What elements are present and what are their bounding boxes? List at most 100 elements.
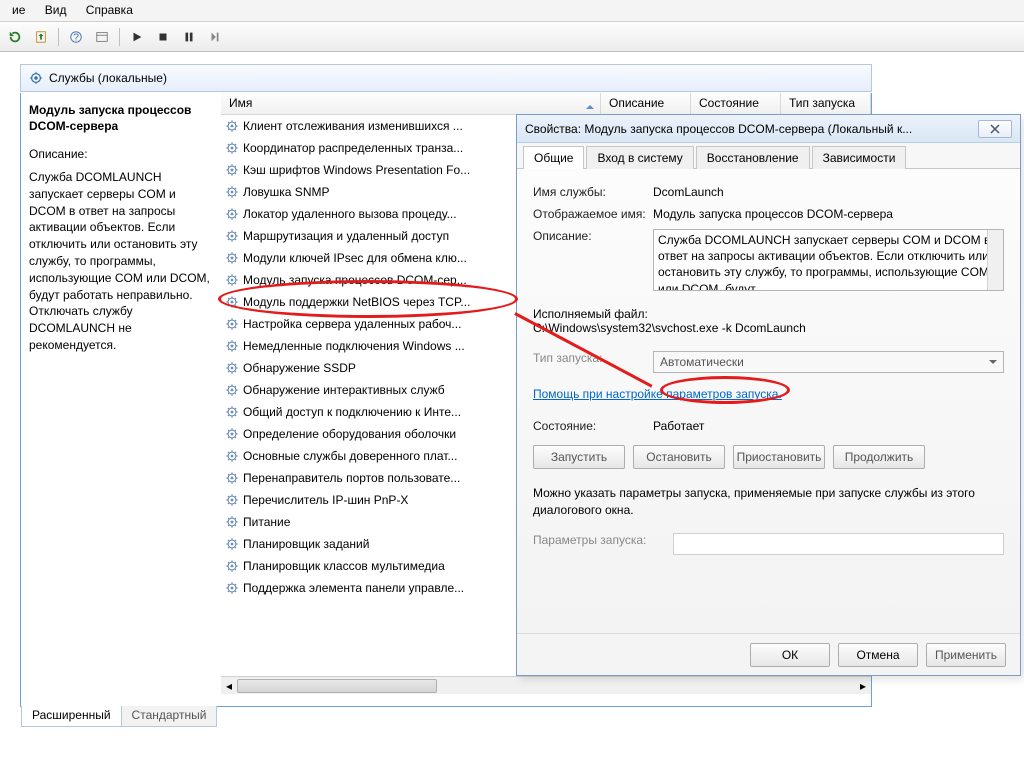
dialog-tabs: Общие Вход в систему Восстановление Зави… [517, 143, 1020, 169]
apply-button[interactable]: Применить [926, 643, 1006, 667]
service-name: Модуль поддержки NetBIOS через TCP... [243, 295, 470, 309]
menu-item[interactable]: Справка [78, 0, 141, 20]
description-textbox-text: Служба DCOMLAUNCH запускает серверы COM … [658, 233, 990, 291]
dialog-title: Свойства: Модуль запуска процессов DCOM-… [525, 122, 912, 136]
gear-icon [225, 515, 239, 529]
startup-type-label: Тип запуска: [533, 351, 653, 373]
dialog-body: Имя службы: DcomLaunch Отображаемое имя:… [517, 169, 1020, 633]
gear-icon [225, 229, 239, 243]
gear-icon [225, 493, 239, 507]
play-icon[interactable] [126, 26, 148, 48]
resume-button[interactable]: Продолжить [833, 445, 925, 469]
properties-dialog: Свойства: Модуль запуска процессов DCOM-… [516, 114, 1021, 676]
svg-text:?: ? [73, 31, 79, 43]
stop-icon[interactable] [152, 26, 174, 48]
menu-item[interactable]: Вид [37, 0, 75, 20]
refresh-icon[interactable] [4, 26, 26, 48]
export-icon[interactable] [30, 26, 52, 48]
gear-icon [225, 317, 239, 331]
scroll-right-icon[interactable]: ▸ [855, 678, 871, 694]
service-name: Планировщик классов мультимедиа [243, 559, 445, 573]
gear-icon [225, 449, 239, 463]
gear-icon [225, 207, 239, 221]
horizontal-scrollbar[interactable]: ◂ ▸ [221, 676, 871, 694]
service-name: Обнаружение интерактивных служб [243, 383, 445, 397]
service-name: Основные службы доверенного плат... [243, 449, 457, 463]
service-name: Модули ключей IPsec для обмена клю... [243, 251, 467, 265]
description-panel: Модуль запуска процессов DCOM-сервера Оп… [21, 93, 221, 676]
service-name: Координатор распределенных транза... [243, 141, 463, 155]
startup-help-link[interactable]: Помощь при настройке параметров запуска. [533, 387, 782, 401]
menu-item[interactable]: ие [4, 0, 33, 20]
display-name-value: Модуль запуска процессов DCOM-сервера [653, 207, 1004, 221]
pause-button[interactable]: Приостановить [733, 445, 825, 469]
start-params-input[interactable] [673, 533, 1004, 555]
service-name: Перечислитель IP-шин PnP-X [243, 493, 408, 507]
description-field-label: Описание: [533, 229, 653, 291]
start-button[interactable]: Запустить [533, 445, 625, 469]
gear-icon [225, 405, 239, 419]
list-header: Имя Описание Состояние Тип запуска [221, 93, 871, 115]
service-name: Обнаружение SSDP [243, 361, 356, 375]
ok-button[interactable]: ОК [750, 643, 830, 667]
column-startup[interactable]: Тип запуска [781, 93, 871, 114]
tab-general[interactable]: Общие [523, 146, 584, 169]
restart-icon[interactable] [204, 26, 226, 48]
startup-type-select[interactable]: Автоматически [653, 351, 1004, 373]
service-name: Общий доступ к подключению к Инте... [243, 405, 461, 419]
menu-bar: ие Вид Справка [0, 0, 1024, 22]
status-value: Работает [653, 419, 1004, 433]
gear-icon [225, 119, 239, 133]
service-name-label: Имя службы: [533, 185, 653, 199]
service-name: Немедленные подключения Windows ... [243, 339, 465, 353]
tab-extended[interactable]: Расширенный [21, 706, 122, 727]
gear-icon [225, 559, 239, 573]
start-params-hint: Можно указать параметры запуска, применя… [533, 485, 1004, 519]
gear-icon [225, 273, 239, 287]
service-name: Локатор удаленного вызова процеду... [243, 207, 457, 221]
dialog-titlebar[interactable]: Свойства: Модуль запуска процессов DCOM-… [517, 115, 1020, 143]
gear-icon [225, 251, 239, 265]
tab-logon[interactable]: Вход в систему [586, 146, 693, 169]
pause-icon[interactable] [178, 26, 200, 48]
service-name: Определение оборудования оболочки [243, 427, 456, 441]
service-name: Перенаправитель портов пользовате... [243, 471, 460, 485]
service-name: Кэш шрифтов Windows Presentation Fo... [243, 163, 470, 177]
gear-icon [225, 383, 239, 397]
service-name: Настройка сервера удаленных рабоч... [243, 317, 461, 331]
gear-icon [225, 295, 239, 309]
service-name: Планировщик заданий [243, 537, 369, 551]
properties-icon[interactable] [91, 26, 113, 48]
column-description[interactable]: Описание [601, 93, 691, 114]
help-icon[interactable]: ? [65, 26, 87, 48]
gear-icon [225, 537, 239, 551]
panel-title: Службы (локальные) [49, 71, 167, 85]
services-icon [29, 71, 43, 85]
selected-service-title: Модуль запуска процессов DCOM-сервера [29, 103, 213, 134]
gear-icon [225, 141, 239, 155]
tab-standard[interactable]: Стандартный [121, 706, 218, 727]
separator [119, 28, 120, 46]
tab-recovery[interactable]: Восстановление [696, 146, 810, 169]
column-name[interactable]: Имя [221, 93, 601, 114]
tab-dependencies[interactable]: Зависимости [812, 146, 907, 169]
cancel-button[interactable]: Отмена [838, 643, 918, 667]
gear-icon [225, 339, 239, 353]
description-textbox[interactable]: Служба DCOMLAUNCH запускает серверы COM … [653, 229, 1004, 291]
gear-icon [225, 581, 239, 595]
executable-path-label: Исполняемый файл: [533, 307, 1004, 321]
scroll-left-icon[interactable]: ◂ [221, 678, 237, 694]
service-name: Клиент отслеживания изменившихся ... [243, 119, 463, 133]
toolbar: ? [0, 22, 1024, 52]
close-icon[interactable] [978, 120, 1012, 138]
description-label: Описание: [29, 146, 213, 163]
vertical-scrollbar[interactable] [987, 230, 1003, 290]
gear-icon [225, 471, 239, 485]
column-status[interactable]: Состояние [691, 93, 781, 114]
scroll-thumb[interactable] [237, 679, 437, 693]
stop-button[interactable]: Остановить [633, 445, 725, 469]
service-name: Модуль запуска процессов DCOM-сер... [243, 273, 467, 287]
service-name: Ловушка SNMP [243, 185, 329, 199]
service-name: Поддержка элемента панели управле... [243, 581, 464, 595]
panel-header: Службы (локальные) [20, 64, 872, 92]
